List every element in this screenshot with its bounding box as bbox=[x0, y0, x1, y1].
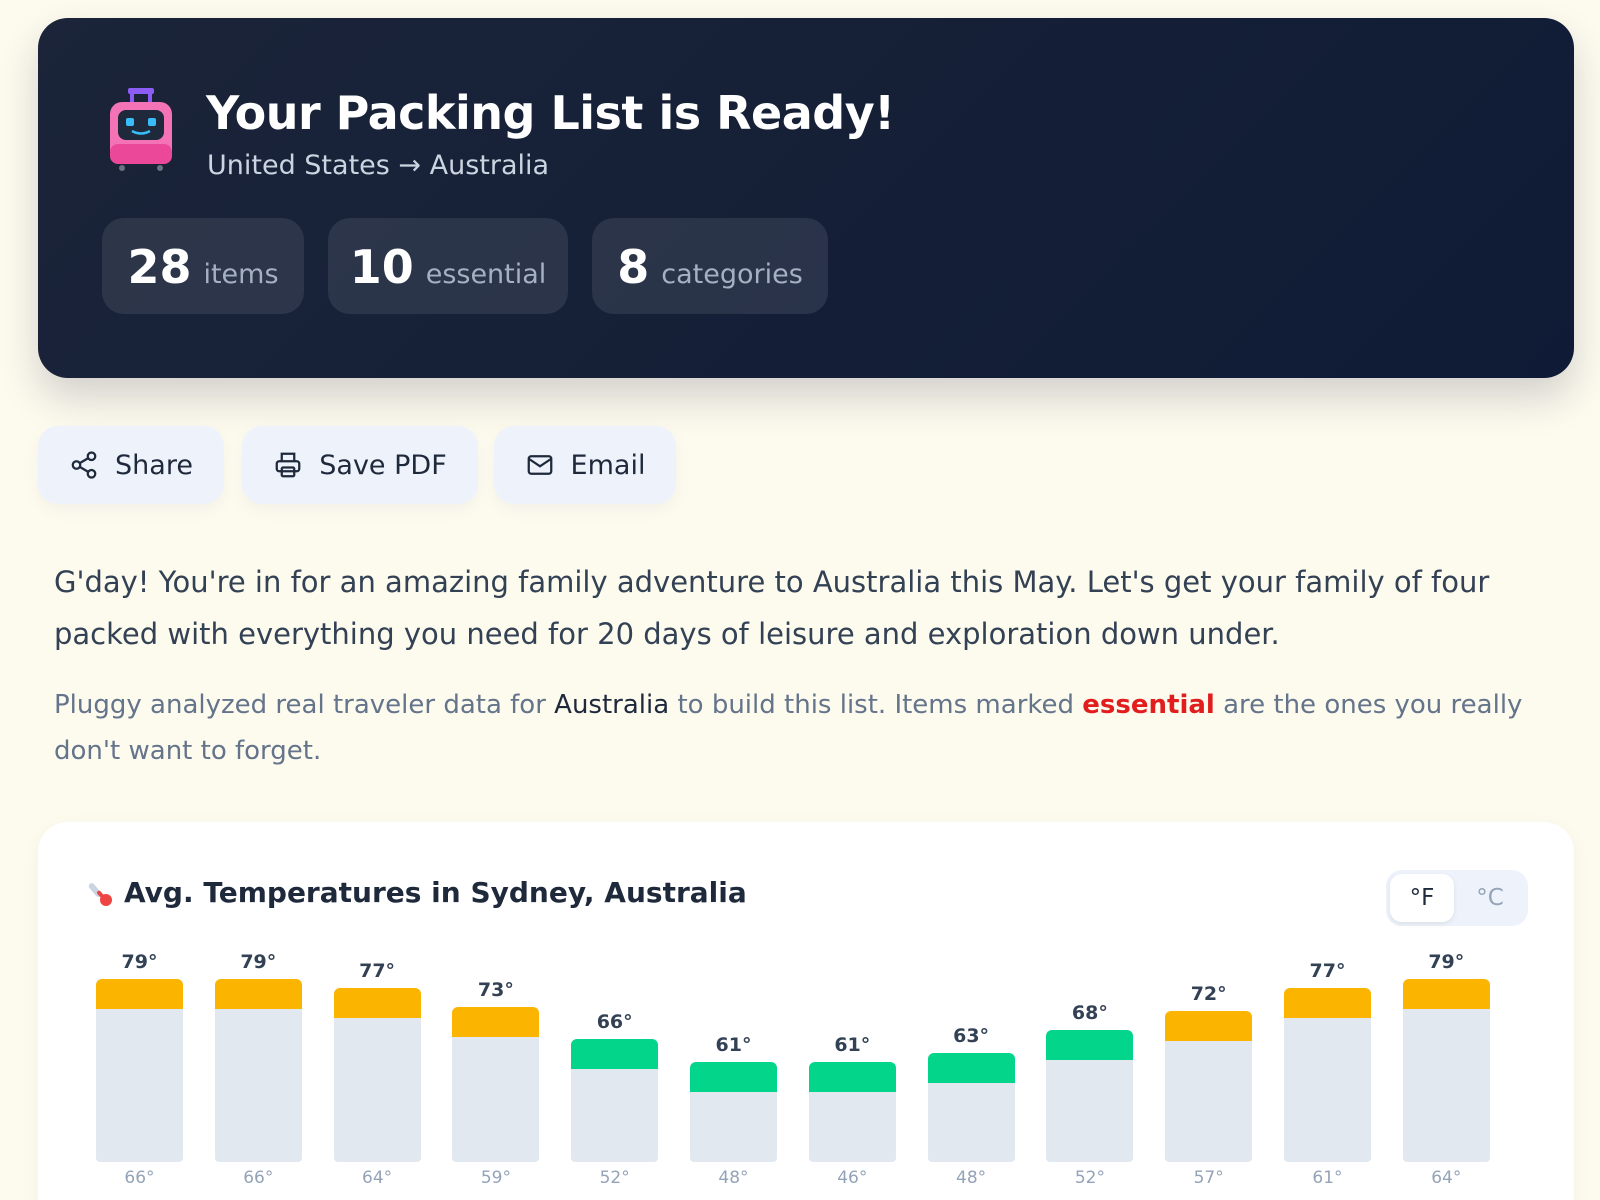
stat-items: 28 items bbox=[102, 218, 304, 314]
high-temp-label: 77° bbox=[1309, 960, 1346, 983]
low-temp-label: 52° bbox=[1074, 1168, 1105, 1188]
low-temp-label: 48° bbox=[718, 1168, 749, 1188]
stat-value: 28 bbox=[127, 240, 192, 294]
low-temp-label: 59° bbox=[480, 1168, 511, 1188]
low-temp-label: 66° bbox=[124, 1168, 155, 1188]
bar-high-segment bbox=[927, 1052, 1015, 1083]
high-temp-label: 66° bbox=[596, 1010, 633, 1033]
bar-high-segment bbox=[1284, 988, 1371, 1019]
email-button-label: Email bbox=[570, 449, 646, 481]
low-temp-label: 61° bbox=[1312, 1168, 1343, 1188]
bar-high-segment bbox=[96, 979, 183, 1009]
high-temp-label: 73° bbox=[477, 978, 514, 1001]
bar-high-segment bbox=[1165, 1011, 1253, 1042]
temperature-chart: 79° 66° 79° 66° 77° 64° 73° 59° 66° 52° 61° 48° 61° 4… bbox=[38, 822, 1574, 1200]
share-icon bbox=[71, 451, 97, 479]
bar-high-segment bbox=[452, 1006, 540, 1037]
save-pdf-button-label: Save PDF bbox=[319, 449, 447, 481]
high-temp-label: 63° bbox=[953, 1024, 990, 1047]
bar-high-segment bbox=[333, 988, 421, 1019]
share-button[interactable]: Share bbox=[38, 426, 224, 504]
route-subtitle: United States → Australia bbox=[207, 150, 550, 181]
note-essential: essential bbox=[1082, 690, 1215, 720]
stat-value: 8 bbox=[617, 240, 650, 294]
low-temp-label: 57° bbox=[1193, 1168, 1224, 1188]
high-temp-label: 61° bbox=[834, 1033, 871, 1056]
stat-essential: 10 essential bbox=[328, 218, 568, 314]
stat-value: 10 bbox=[349, 240, 414, 294]
stat-categories: 8 categories bbox=[592, 218, 828, 314]
low-temp-label: 52° bbox=[599, 1168, 630, 1188]
stat-label: items bbox=[203, 259, 279, 290]
page-title: Your Packing List is Ready! bbox=[206, 86, 895, 140]
high-temp-label: 79° bbox=[240, 951, 277, 973]
stat-label: categories bbox=[661, 259, 803, 290]
mail-icon bbox=[527, 455, 552, 475]
bar-high-segment bbox=[1402, 979, 1490, 1009]
low-temp-label: 46° bbox=[837, 1168, 868, 1188]
low-temp-label: 48° bbox=[956, 1168, 987, 1188]
printer-icon bbox=[275, 452, 301, 478]
email-button[interactable]: Email bbox=[494, 426, 676, 504]
intro-paragraph: G'day! You're in for an amazing family a… bbox=[54, 565, 1490, 651]
weather-card: Avg. Temperatures in Sydney, Australia °… bbox=[38, 822, 1574, 1200]
note-text: Pluggy analyzed real traveler data for bbox=[54, 690, 555, 720]
luggage-robot-icon bbox=[110, 88, 172, 171]
note-text: to build this list. Items marked bbox=[669, 690, 1083, 720]
bar-high-segment bbox=[571, 1038, 659, 1069]
high-temp-label: 79° bbox=[1428, 951, 1465, 973]
high-temp-label: 72° bbox=[1190, 983, 1227, 1006]
high-temp-label: 79° bbox=[121, 951, 158, 973]
stat-label: essential bbox=[425, 259, 547, 290]
share-button-label: Share bbox=[115, 449, 193, 481]
bar-high-segment bbox=[690, 1061, 777, 1092]
bar-high-segment bbox=[808, 1061, 896, 1092]
note-country: Australia bbox=[554, 690, 670, 720]
high-temp-label: 77° bbox=[359, 960, 396, 983]
data-note: Pluggy analyzed real traveler data for A… bbox=[54, 682, 1564, 774]
bar-high-segment bbox=[1046, 1029, 1134, 1060]
high-temp-label: 61° bbox=[715, 1033, 752, 1056]
high-temp-label: 68° bbox=[1071, 1001, 1108, 1024]
summary-banner: Your Packing List is Ready! United State… bbox=[38, 18, 1574, 378]
bar-high-segment bbox=[214, 979, 302, 1009]
save-pdf-button[interactable]: Save PDF bbox=[242, 426, 478, 504]
low-temp-label: 64° bbox=[362, 1168, 393, 1188]
low-temp-label: 64° bbox=[1431, 1168, 1462, 1188]
low-temp-label: 66° bbox=[243, 1168, 274, 1188]
